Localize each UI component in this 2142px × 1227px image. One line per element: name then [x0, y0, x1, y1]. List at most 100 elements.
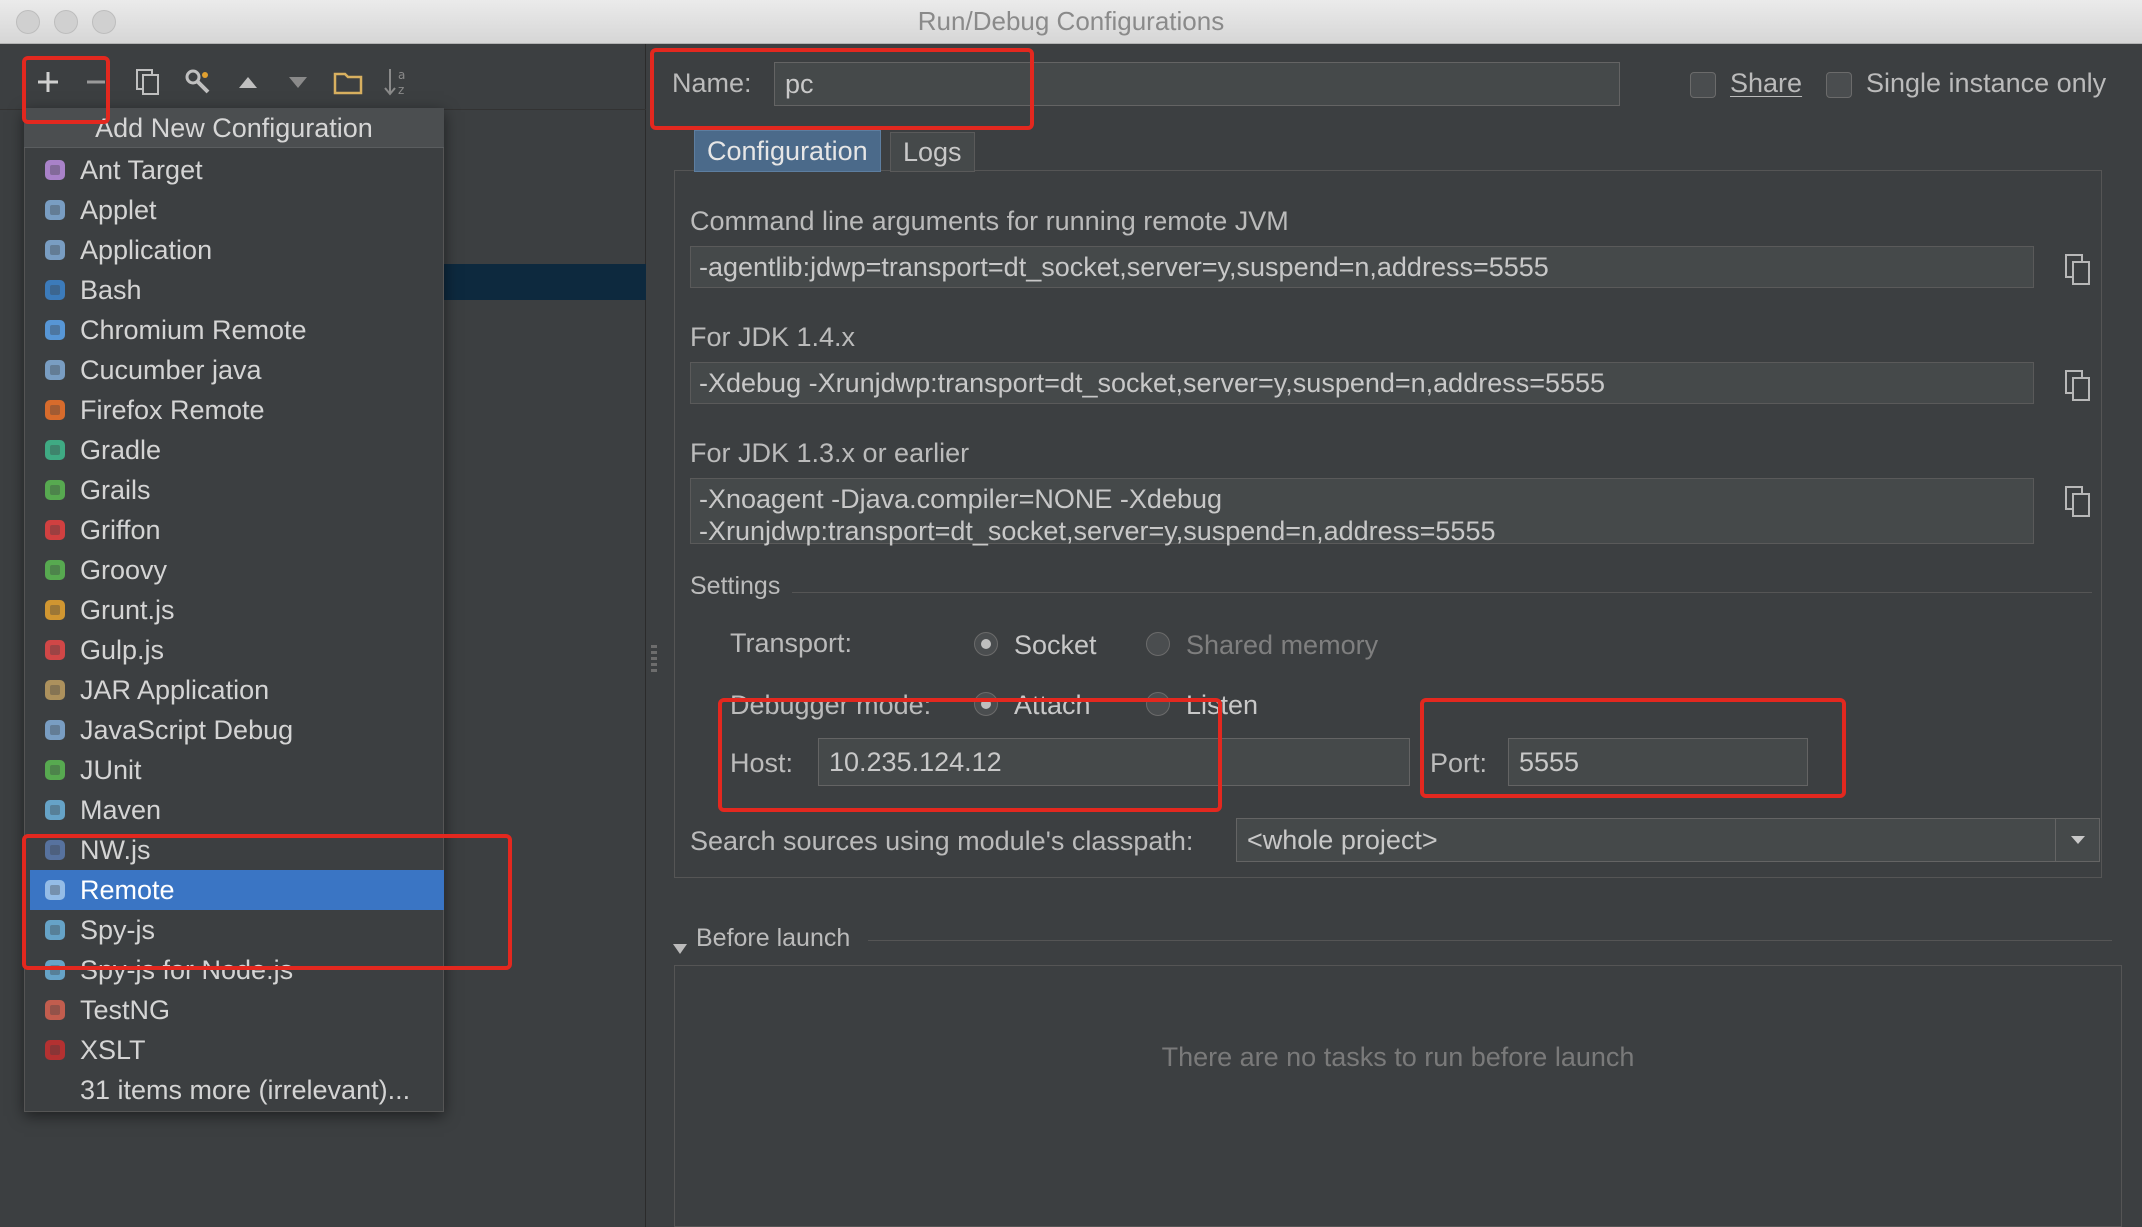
menu-item[interactable]: JUnit	[30, 750, 444, 790]
jdk14-label: For JDK 1.4.x	[690, 322, 856, 352]
before-launch-label[interactable]: Before launch	[696, 924, 850, 953]
menu-item[interactable]: Bash	[30, 270, 444, 310]
xslt-icon	[40, 1035, 70, 1065]
copy-jdk13-args-button[interactable]	[2058, 482, 2098, 522]
classpath-select-value: <whole project>	[1247, 824, 1438, 855]
classpath-select[interactable]: <whole project>	[1236, 818, 2100, 862]
menu-item-label: Applet	[80, 194, 157, 225]
menu-item-label: Gulp.js	[80, 634, 165, 665]
menu-item-label: Bash	[80, 274, 142, 305]
wrench-icon[interactable]	[178, 62, 218, 102]
menu-item[interactable]: Gradle	[30, 430, 444, 470]
classpath-label: Search sources using module's classpath:	[690, 826, 1194, 856]
annotation-box-port	[1420, 698, 1846, 798]
menu-item-spacer	[40, 1075, 70, 1105]
annotation-box-name	[650, 48, 1034, 130]
menu-item-label: Grunt.js	[80, 594, 175, 625]
transport-shared-memory-label[interactable]: Shared memory	[1186, 630, 1378, 661]
menu-item[interactable]: Firefox Remote	[30, 390, 444, 430]
svg-text:z: z	[398, 83, 404, 97]
menu-item-label: Application	[80, 234, 213, 265]
menu-item-label: Griffon	[80, 514, 161, 545]
pane-splitter-handle[interactable]	[651, 645, 657, 675]
menu-item[interactable]: Groovy	[30, 550, 444, 590]
annotation-box-remote	[22, 834, 512, 970]
tab-configuration[interactable]: Configuration	[694, 130, 881, 172]
junit-icon	[40, 755, 70, 785]
menu-item-label: XSLT	[80, 1034, 146, 1065]
menu-item[interactable]: JavaScript Debug	[30, 710, 444, 750]
before-launch-toggle-icon[interactable]	[672, 932, 688, 963]
menu-item-label: Firefox Remote	[80, 394, 265, 425]
copy-cmd-args-button[interactable]	[2058, 250, 2098, 290]
menu-item-label: JavaScript Debug	[80, 714, 294, 745]
gradle-icon	[40, 435, 70, 465]
arrow-down-icon[interactable]	[278, 62, 318, 102]
maven-icon	[40, 795, 70, 825]
transport-label: Transport:	[730, 628, 853, 658]
menu-item-label: Grails	[80, 474, 151, 505]
javascript-debug-icon	[40, 715, 70, 745]
menu-item[interactable]: XSLT	[30, 1030, 444, 1070]
menu-item-label: TestNG	[80, 994, 171, 1025]
menu-item[interactable]: Chromium Remote	[30, 310, 444, 350]
copy-jdk14-args-button[interactable]	[2058, 366, 2098, 406]
single-instance-label[interactable]: Single instance only	[1866, 68, 2106, 99]
ant-icon	[40, 155, 70, 185]
menu-item-label: 31 items more (irrelevant)...	[80, 1074, 411, 1105]
griffon-icon	[40, 515, 70, 545]
menu-item[interactable]: Application	[30, 230, 444, 270]
jdk13-args-field[interactable]: -Xnoagent -Djava.compiler=NONE -Xdebug -…	[690, 478, 2034, 546]
grails-icon	[40, 475, 70, 505]
menu-item[interactable]: Ant Target	[30, 150, 444, 190]
cmd-args-field[interactable]: -agentlib:jdwp=transport=dt_socket,serve…	[690, 246, 2034, 288]
transport-shared-memory-radio[interactable]	[1146, 632, 1170, 656]
sort-az-icon[interactable]: az	[378, 62, 418, 102]
jdk13-args-line2: -Xrunjdwp:transport=dt_socket,server=y,s…	[699, 516, 1496, 546]
bash-icon	[40, 275, 70, 305]
tab-logs-label: Logs	[903, 136, 962, 167]
menu-item[interactable]: Grunt.js	[30, 590, 444, 630]
menu-item[interactable]: JAR Application	[30, 670, 444, 710]
cucumber-icon	[40, 355, 70, 385]
menu-item-label: Groovy	[80, 554, 168, 585]
menu-item[interactable]: Gulp.js	[30, 630, 444, 670]
before-launch-empty-message: There are no tasks to run before launch	[1161, 1042, 1635, 1072]
chevron-down-icon[interactable]	[2055, 819, 2099, 861]
menu-item[interactable]: Griffon	[30, 510, 444, 550]
tab-logs[interactable]: Logs	[890, 132, 975, 172]
transport-socket-label[interactable]: Socket	[1014, 630, 1097, 661]
menu-item-label: JUnit	[80, 754, 142, 785]
copy-icon[interactable]	[128, 62, 168, 102]
jdk14-args-field[interactable]: -Xdebug -Xrunjdwp:transport=dt_socket,se…	[690, 362, 2034, 404]
menu-item[interactable]: Grails	[30, 470, 444, 510]
jdk13-label: For JDK 1.3.x or earlier	[690, 438, 970, 468]
gulp-icon	[40, 635, 70, 665]
menu-item[interactable]: Applet	[30, 190, 444, 230]
menu-item[interactable]: TestNG	[30, 990, 444, 1030]
share-checkbox[interactable]	[1690, 72, 1716, 98]
menu-item[interactable]: Maven	[30, 790, 444, 830]
menu-item[interactable]: Cucumber java	[30, 350, 444, 390]
firefox-icon	[40, 395, 70, 425]
arrow-up-icon[interactable]	[228, 62, 268, 102]
menu-item-label: Gradle	[80, 434, 162, 465]
single-instance-checkbox[interactable]	[1826, 72, 1852, 98]
menu-item-label: Chromium Remote	[80, 314, 307, 345]
folder-icon[interactable]	[328, 62, 368, 102]
menu-item[interactable]: 31 items more (irrelevant)...	[30, 1070, 444, 1110]
window-title: Run/Debug Configurations	[917, 6, 1225, 36]
settings-label: Settings	[690, 572, 781, 600]
jdk13-args-line1: -Xnoagent -Djava.compiler=NONE -Xdebug	[699, 484, 1223, 514]
grunt-icon	[40, 595, 70, 625]
tree-selected-row[interactable]	[444, 264, 646, 300]
tab-configuration-label: Configuration	[707, 135, 868, 166]
annotation-box-host	[718, 698, 1222, 812]
share-label[interactable]: Share	[1730, 68, 1802, 99]
chromium-icon	[40, 315, 70, 345]
applet-icon	[40, 195, 70, 225]
testng-icon	[40, 995, 70, 1025]
groovy-icon	[40, 555, 70, 585]
before-launch-panel	[674, 965, 2122, 1227]
transport-socket-radio[interactable]	[974, 632, 998, 656]
